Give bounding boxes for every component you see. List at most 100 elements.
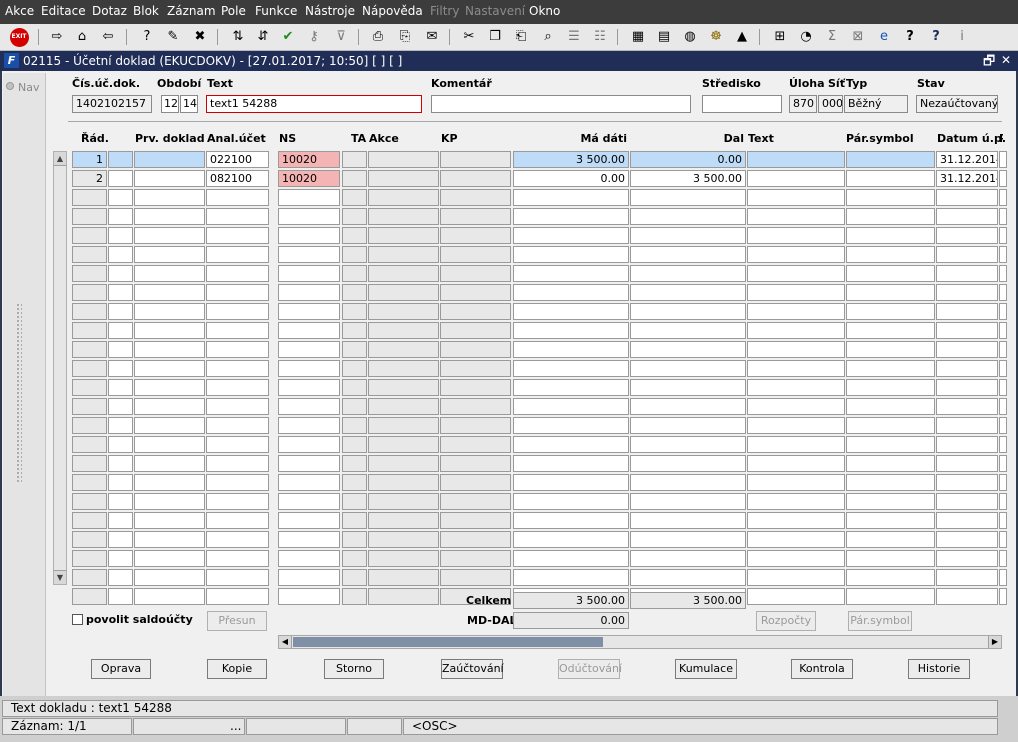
import-icon[interactable]: ⇦ [98, 27, 118, 47]
query-edit-icon[interactable]: ✎ [163, 27, 183, 47]
scroll-down-icon[interactable]: ▼ [54, 570, 66, 584]
splitter-grip[interactable] [16, 303, 22, 483]
menu-blok[interactable]: Blok [133, 4, 159, 18]
status-segment-4 [347, 718, 402, 735]
help-arrow-icon[interactable]: ? [900, 27, 920, 47]
calendar-icon[interactable]: ◔ [796, 27, 816, 47]
historie-button[interactable]: Historie [908, 659, 970, 679]
kopie-button[interactable]: Kopie [207, 659, 267, 679]
kumulace-button[interactable]: Kumulace [675, 659, 737, 679]
field-obdobi-year[interactable]: 14 [180, 95, 198, 113]
internet-icon[interactable]: e [874, 27, 894, 47]
toolbar-separator [217, 29, 218, 45]
menu-zaznam[interactable]: Záznam [167, 4, 216, 18]
grid-icon[interactable]: ⊠ [848, 27, 868, 47]
status-record: Záznam: 1/1 [2, 718, 132, 735]
app-logo-icon: F [4, 53, 19, 68]
help-icon[interactable]: ? [926, 27, 946, 47]
storno-button[interactable]: Storno [324, 659, 384, 679]
label-typ: Typ [846, 77, 868, 90]
par-symbol-button[interactable]: Pár.symbol [848, 611, 912, 631]
saldo-checkbox[interactable] [72, 614, 83, 625]
menu-funkce[interactable]: Funkce [255, 4, 297, 18]
nav-label[interactable]: Nav [18, 81, 39, 94]
col-prv: Prv. doklad [135, 132, 205, 145]
export-icon[interactable]: ⇨ [47, 27, 67, 47]
home-icon[interactable]: ⌂ [72, 27, 92, 47]
col-ta: TA [351, 132, 367, 145]
menu-editace[interactable]: Editace [41, 4, 86, 18]
field-stav[interactable]: Nezaúčtovaný [916, 95, 998, 113]
scroll-left-icon[interactable]: ◀ [279, 636, 292, 648]
menu-akce[interactable]: Akce [5, 4, 34, 18]
info-icon[interactable]: i [952, 27, 972, 47]
list-icon[interactable]: ☰ [564, 27, 584, 47]
hscroll-thumb[interactable] [293, 637, 603, 647]
field-typ[interactable]: Běžný [844, 95, 908, 113]
toolbar-separator [38, 29, 39, 45]
label-stav: Stav [917, 77, 945, 90]
copy-icon[interactable]: ❐ [485, 27, 505, 47]
field-komentar[interactable] [431, 95, 691, 113]
filter-icon[interactable]: ⊽ [331, 27, 351, 47]
oprava-button[interactable]: Oprava [91, 659, 151, 679]
field-sit[interactable]: 000 [818, 95, 843, 113]
scroll-right-icon[interactable]: ▶ [988, 636, 1001, 648]
query-icon[interactable]: ? [137, 27, 157, 47]
status-segment-3 [246, 718, 346, 735]
menu-nastroje[interactable]: Nástroje [305, 4, 355, 18]
globe-icon[interactable]: ◍ [680, 27, 700, 47]
menu-filtry[interactable]: Filtry [430, 4, 459, 18]
query-cancel-icon[interactable]: ✖ [190, 27, 210, 47]
scroll-up-icon[interactable]: ▲ [54, 152, 66, 166]
list-tree-icon[interactable]: ☷ [590, 27, 610, 47]
document-icon[interactable]: ▤ [654, 27, 674, 47]
header-divider [68, 121, 1002, 122]
window-title: 02115 - Účetní doklad (EKUCDOKV) - [27.0… [23, 54, 403, 68]
mail-icon[interactable]: ✉ [422, 27, 442, 47]
mddal-value: 0.00 [513, 612, 629, 629]
col-datum: Datum ú.p. [937, 132, 1006, 145]
zauctovani-button[interactable]: Zaúčtování [441, 659, 504, 679]
menu-napoveda[interactable]: Nápověda [362, 4, 423, 18]
ship-wheel-icon[interactable]: ☸ [706, 27, 726, 47]
col-anal: Anal.účet [207, 132, 266, 145]
field-cis[interactable]: 1402102157 [72, 95, 152, 113]
close-icon[interactable]: ✕ [1001, 53, 1011, 67]
triangle-icon[interactable]: ▲ [732, 27, 752, 47]
menu-okno[interactable]: Okno [529, 4, 560, 18]
field-text[interactable]: text1 54288 [206, 95, 422, 113]
exit-button[interactable]: EXIT [9, 27, 29, 47]
menu-pole[interactable]: Pole [221, 4, 246, 18]
menu-nastaveni[interactable]: Nastavení [465, 4, 525, 18]
field-stredisko[interactable] [702, 95, 782, 113]
cut-icon[interactable]: ✂ [459, 27, 479, 47]
key-icon[interactable]: ⚷ [304, 27, 324, 47]
sigma-icon[interactable]: Σ [822, 27, 842, 47]
menu-dotaz[interactable]: Dotaz [92, 4, 127, 18]
check-icon[interactable]: ✔ [278, 27, 298, 47]
toolbar-separator [358, 29, 359, 45]
label-sit: Síť [828, 77, 845, 90]
print-icon[interactable]: ⎙ [368, 27, 388, 47]
table-vscrollbar[interactable]: ▲ ▼ [53, 151, 67, 585]
chart-icon[interactable]: ⊞ [770, 27, 790, 47]
field-uloha[interactable]: 870 [789, 95, 817, 113]
oductovani-button[interactable]: Odúčtování [558, 659, 622, 679]
rozpocty-button[interactable]: Rozpočty [756, 611, 816, 631]
find-icon[interactable]: ⌕ [538, 27, 558, 47]
print-setup-icon[interactable]: ⎘ [395, 27, 415, 47]
nav-radio-icon[interactable] [6, 82, 14, 90]
calculator-icon[interactable]: ▦ [628, 27, 648, 47]
status-bar: Text dokladu : text1 54288 Záznam: 1/1 .… [0, 696, 1018, 742]
col-dal: Dal [723, 132, 744, 145]
presun-button[interactable]: Přesun [207, 611, 267, 631]
sort-asc-icon[interactable]: ⇅ [228, 27, 248, 47]
mddal-label: MD-DAL [467, 614, 517, 627]
sort-desc-icon[interactable]: ⇵ [253, 27, 273, 47]
label-cis: Čís.úč.dok. [72, 77, 141, 90]
field-obdobi-month[interactable]: 12 [161, 95, 179, 113]
table-hscrollbar[interactable]: ◀ ▶ [278, 635, 1002, 649]
paste-icon[interactable]: ⎗ [511, 27, 531, 47]
kontrola-button[interactable]: Kontrola [791, 659, 853, 679]
